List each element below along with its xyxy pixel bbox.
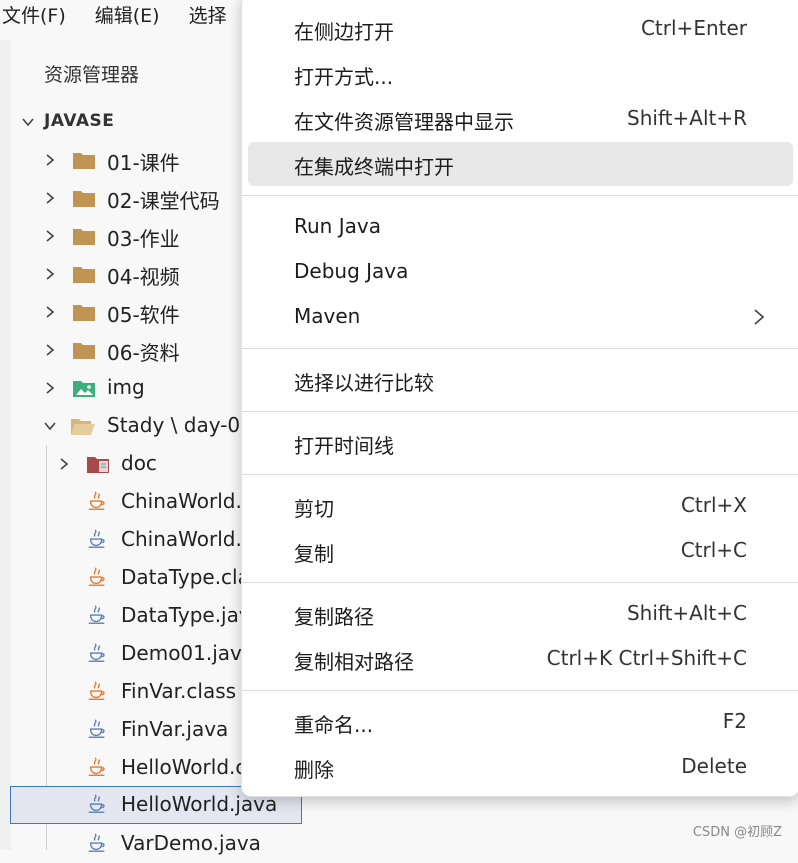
menu-item-label: 重命名... — [294, 713, 374, 737]
menu-item-label: 打开方式... — [294, 65, 394, 89]
menu-item-label: 在侧边打开 — [294, 20, 394, 44]
menu-item-label: 复制相对路径 — [294, 650, 414, 674]
menu-item-open-with[interactable]: 打开方式... — [248, 53, 793, 95]
menu-item-copy-relative-path[interactable]: 复制相对路径 Ctrl+K Ctrl+Shift+C — [248, 638, 793, 680]
menu-item-label: 选择以进行比较 — [294, 371, 434, 395]
chevron-right-icon — [42, 152, 58, 168]
menu-item-select-for-compare[interactable]: 选择以进行比较 — [248, 359, 793, 401]
image-folder-icon — [72, 377, 96, 399]
folder-label: img — [107, 375, 145, 399]
menu-separator — [242, 348, 798, 349]
java-file-icon — [86, 528, 110, 550]
menu-separator — [242, 195, 798, 196]
explorer-title: 资源管理器 — [44, 64, 140, 86]
menu-item-rename[interactable]: 重命名... F2 — [248, 701, 793, 743]
menu-separator — [242, 411, 798, 412]
file-label: FinVar.java — [121, 717, 229, 741]
folder-label: 01-课件 — [107, 151, 180, 175]
menu-item-copy-path[interactable]: 复制路径 Shift+Alt+C — [248, 593, 793, 635]
chevron-right-icon — [42, 190, 58, 206]
java-file-icon — [86, 832, 110, 854]
folder-label: 04-视频 — [107, 265, 180, 289]
menu-item-label: 在集成终端中打开 — [294, 155, 454, 179]
menu-item-shortcut: Shift+Alt+R — [627, 106, 747, 130]
tree-root-label: JAVASE — [44, 111, 115, 131]
folder-icon — [72, 187, 96, 209]
watermark: CSDN @初顾Z — [692, 825, 782, 840]
menu-edit[interactable]: 编辑(E) — [93, 1, 160, 28]
chevron-right-icon — [56, 456, 72, 472]
folder-label: 05-软件 — [107, 303, 180, 327]
menu-item-open-to-side[interactable]: 在侧边打开 Ctrl+Enter — [248, 8, 793, 50]
folder-icon — [72, 225, 96, 247]
menu-item-debug-java[interactable]: Debug Java — [248, 251, 793, 293]
menu-selection[interactable]: 选择 — [187, 1, 227, 28]
menu-item-label: 在文件资源管理器中显示 — [294, 110, 514, 134]
chevron-right-icon — [42, 342, 58, 358]
java-class-icon — [86, 566, 110, 588]
menu-item-label: 复制路径 — [294, 605, 374, 629]
menu-item-cut[interactable]: 剪切 Ctrl+X — [248, 485, 793, 527]
menu-item-shortcut: Delete — [681, 754, 747, 778]
chevron-right-icon — [42, 380, 58, 396]
folder-label: 06-资料 — [107, 341, 180, 365]
menu-item-delete[interactable]: 删除 Delete — [248, 746, 793, 788]
chevron-right-icon — [42, 304, 58, 320]
chevron-down-icon — [20, 114, 36, 130]
java-file-icon — [86, 642, 110, 664]
folder-icon — [72, 149, 96, 171]
menu-item-label: Debug Java — [294, 259, 409, 283]
menu-item-label: 删除 — [294, 758, 334, 782]
folder-icon — [72, 301, 96, 323]
java-class-icon — [86, 490, 110, 512]
menu-item-reveal-in-explorer[interactable]: 在文件资源管理器中显示 Shift+Alt+R — [248, 98, 793, 140]
menu-item-shortcut: Shift+Alt+C — [626, 601, 747, 625]
doc-folder-icon — [86, 453, 110, 475]
folder-label: 02-课堂代码 — [107, 189, 220, 213]
file-label: FinVar.class — [121, 679, 237, 703]
folder-open-icon — [70, 415, 95, 437]
java-file-icon — [86, 793, 110, 815]
menu-item-open-in-terminal[interactable]: 在集成终端中打开 — [248, 142, 793, 186]
java-file-icon — [86, 604, 110, 626]
folder-icon — [72, 339, 96, 361]
folder-label: 03-作业 — [107, 227, 180, 251]
menu-separator — [242, 690, 798, 691]
folder-icon — [72, 263, 96, 285]
chevron-down-icon — [42, 418, 58, 434]
chevron-right-icon — [42, 266, 58, 282]
menu-item-label: Run Java — [294, 214, 381, 238]
menu-item-shortcut: Ctrl+K Ctrl+Shift+C — [546, 646, 747, 670]
menu-item-label: 打开时间线 — [294, 434, 394, 458]
java-file-icon — [86, 718, 110, 740]
menu-item-label: 复制 — [294, 542, 334, 566]
menu-item-label: Maven — [294, 304, 361, 328]
folder-label: doc — [121, 451, 157, 475]
menu-item-shortcut: F2 — [722, 709, 747, 733]
java-class-icon — [86, 756, 110, 778]
menu-item-run-java[interactable]: Run Java — [248, 206, 793, 248]
menu-file[interactable]: 文件(F) — [0, 1, 66, 28]
menu-item-label: 剪切 — [294, 497, 334, 521]
java-class-icon — [86, 680, 110, 702]
menu-item-maven[interactable]: Maven — [248, 296, 793, 338]
file-label: VarDemo.java — [121, 831, 261, 855]
menu-separator — [242, 474, 798, 475]
chevron-right-icon — [42, 228, 58, 244]
context-menu: 在侧边打开 Ctrl+Enter 打开方式... 在文件资源管理器中显示 Shi… — [241, 0, 798, 797]
menu-item-copy[interactable]: 复制 Ctrl+C — [248, 530, 793, 572]
menu-item-shortcut: Ctrl+C — [680, 538, 747, 562]
menu-item-shortcut: Ctrl+X — [680, 493, 747, 517]
menu-item-open-timeline[interactable]: 打开时间线 — [248, 422, 793, 464]
menu-item-shortcut: Ctrl+Enter — [640, 16, 747, 40]
menu-separator — [242, 582, 798, 583]
tree-file[interactable]: VarDemo.java — [0, 825, 302, 863]
file-label: Demo01.java — [121, 641, 255, 665]
folder-label: Stady \ day-01 — [107, 413, 253, 437]
chevron-right-icon — [751, 308, 767, 326]
